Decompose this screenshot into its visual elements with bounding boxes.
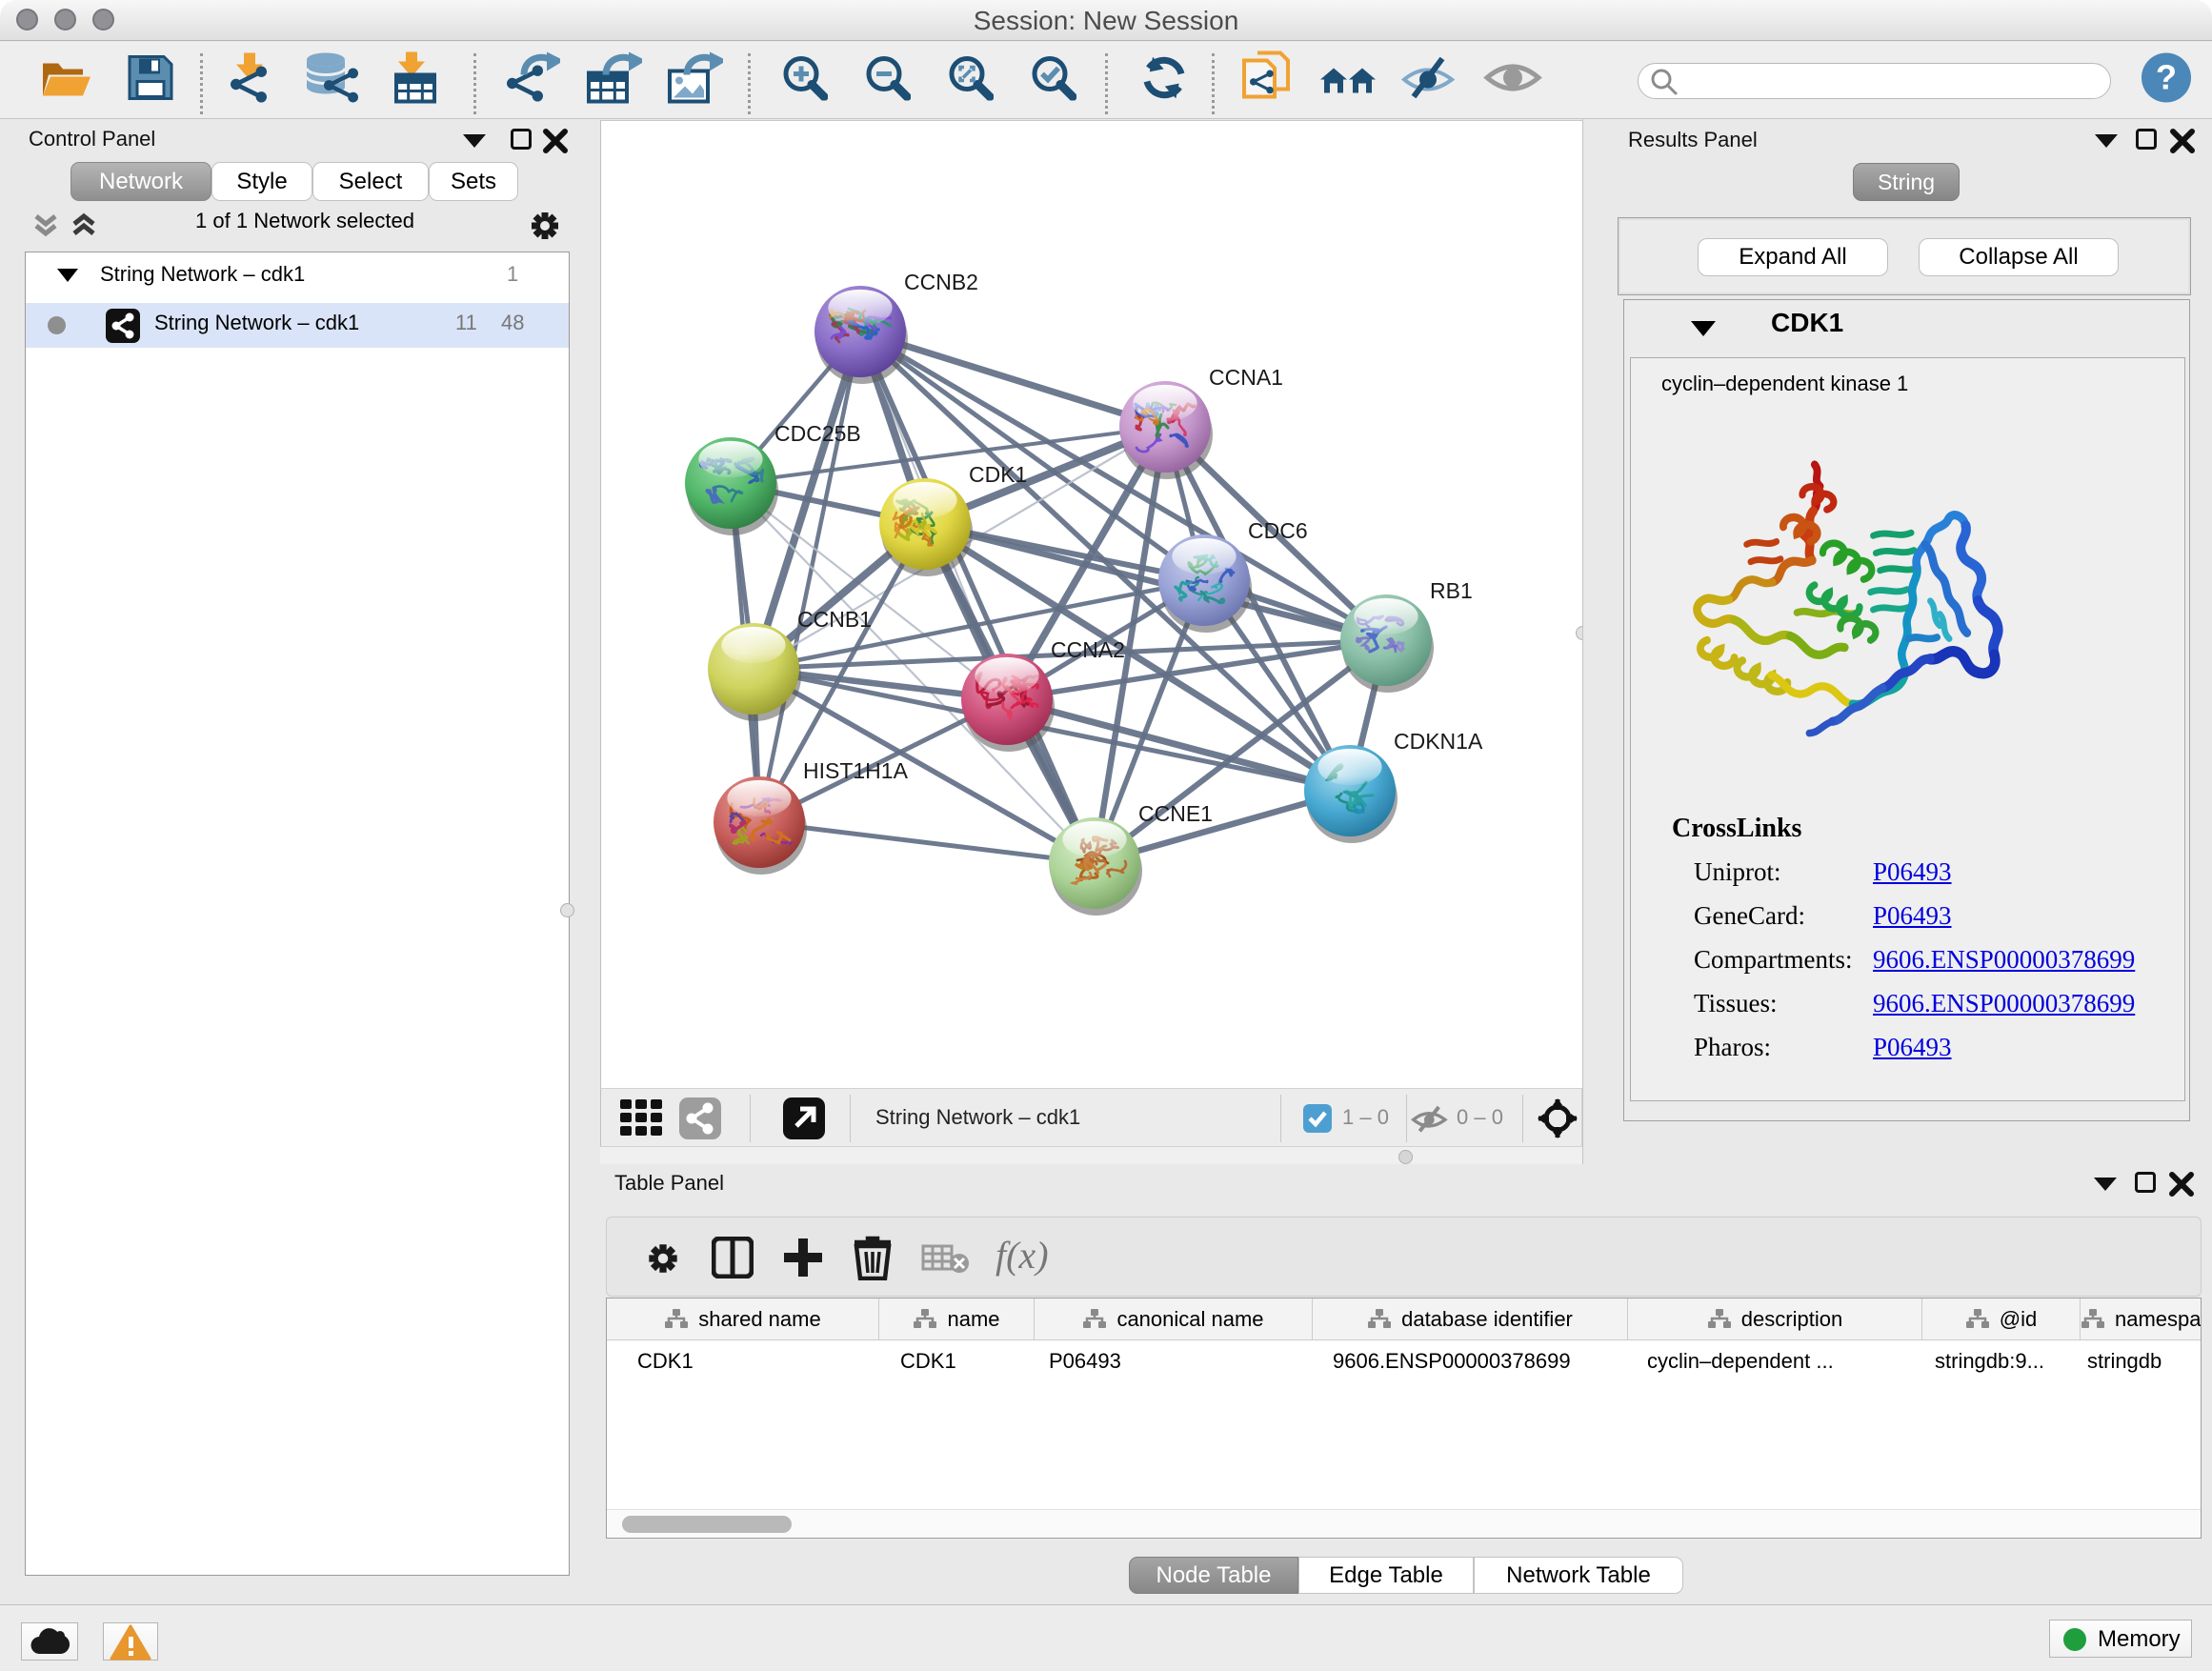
svg-text:CCNB1: CCNB1 [797,607,872,632]
svg-text:CCNE1: CCNE1 [1138,801,1213,826]
svg-text:CCNA2: CCNA2 [1051,637,1125,662]
svg-text:CDK1: CDK1 [969,462,1027,487]
svg-text:CDKN1A: CDKN1A [1394,729,1483,754]
svg-text:CCNA1: CCNA1 [1209,365,1283,390]
svg-text:HIST1H1A: HIST1H1A [803,758,909,783]
svg-text:CDC25B: CDC25B [774,421,861,446]
svg-text:RB1: RB1 [1430,578,1473,603]
svg-text:CCNB2: CCNB2 [904,270,978,294]
svg-text:?: ? [2156,58,2177,97]
svg-text:CDC6: CDC6 [1248,518,1308,543]
